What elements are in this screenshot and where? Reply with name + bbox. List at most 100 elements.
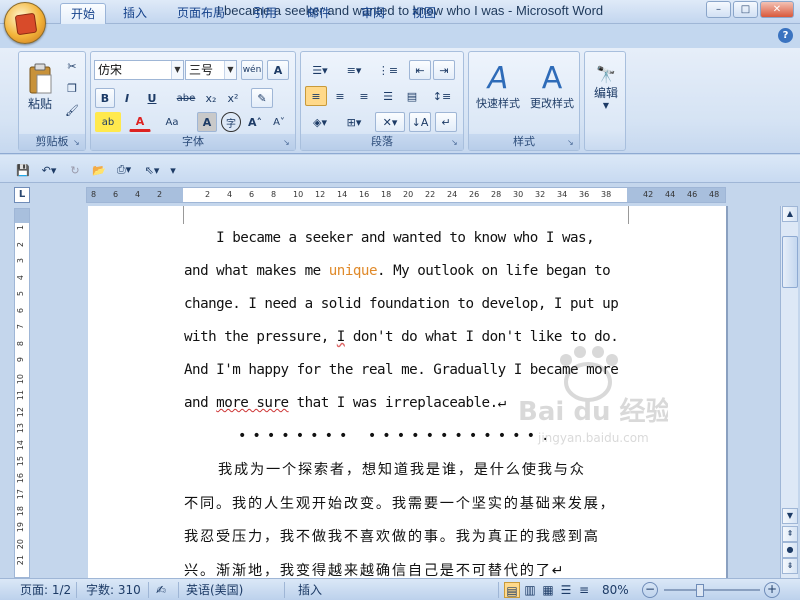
- increase-indent-icon[interactable]: ⇥: [433, 60, 455, 80]
- print-preview-icon[interactable]: ⎙▾: [112, 160, 136, 180]
- bold-button[interactable]: B: [95, 88, 115, 108]
- minimize-button[interactable]: –: [706, 1, 731, 18]
- zoom-in-icon[interactable]: +: [764, 582, 780, 598]
- font-size-select[interactable]: 三号 ▼: [185, 60, 237, 80]
- tab-insert[interactable]: 插入: [113, 3, 157, 24]
- decrease-indent-icon[interactable]: ⇤: [409, 60, 431, 80]
- tab-references[interactable]: 引用: [243, 3, 287, 24]
- editing-button[interactable]: 🔭 编辑 ▼: [587, 56, 625, 118]
- zoom-slider[interactable]: [664, 589, 760, 591]
- text-line: 不同。我的人生观开始改变。我需要一个坚实的基础来发展，: [184, 495, 616, 512]
- character-shading-button[interactable]: A: [197, 112, 217, 132]
- grow-font-button[interactable]: A˄: [245, 112, 265, 132]
- office-button[interactable]: [4, 2, 46, 44]
- show-marks-icon[interactable]: ↵: [435, 112, 457, 132]
- line-spacing-icon[interactable]: ↕≡: [427, 86, 457, 106]
- text-line: 我忍受压力，我不做我不喜欢做的事。我为真正的我感到高: [184, 529, 600, 545]
- strikethrough-button[interactable]: abe: [173, 88, 199, 108]
- zoom-level[interactable]: 80%: [602, 582, 629, 598]
- enclose-characters-button[interactable]: 字: [221, 112, 241, 132]
- ruler-tick-label: 24: [447, 190, 458, 199]
- shrink-font-button[interactable]: A˅: [269, 112, 289, 132]
- paragraph-launcher-icon[interactable]: ↘: [451, 138, 461, 148]
- distributed-icon[interactable]: ▤: [401, 86, 423, 106]
- highlight-button[interactable]: ab: [95, 112, 121, 132]
- quick-styles-button[interactable]: A 快速样式: [471, 56, 525, 118]
- format-painter-icon[interactable]: 🖌: [63, 100, 81, 120]
- phonetic-guide-button[interactable]: wén: [241, 60, 263, 80]
- scroll-up-icon[interactable]: ▲: [782, 206, 798, 222]
- chinese-layout-icon[interactable]: ✕▾: [375, 112, 405, 132]
- help-icon[interactable]: ?: [778, 28, 793, 43]
- styles-launcher-icon[interactable]: ↘: [567, 138, 577, 148]
- change-case-button[interactable]: Aa: [159, 112, 185, 132]
- zoom-slider-thumb[interactable]: [696, 584, 704, 597]
- word-count[interactable]: 字数: 310: [86, 582, 141, 598]
- text-line: and what makes me unique. My outlook on …: [184, 255, 634, 288]
- tab-page-layout[interactable]: 页面布局: [167, 3, 235, 24]
- italic-button[interactable]: I: [117, 88, 137, 108]
- justify-icon[interactable]: ☰: [377, 86, 399, 106]
- browse-object-icon[interactable]: ●: [782, 542, 798, 558]
- horizontal-ruler[interactable]: 8 6 4 2 2 4 6 8 10 12 14 16 18 20 22 24 26 28 30 32 34 36 38 42…: [86, 187, 726, 203]
- bullets-icon[interactable]: ☰▾: [305, 60, 335, 80]
- align-left-icon[interactable]: ≡: [305, 86, 327, 106]
- proofing-icon[interactable]: ✍: [156, 582, 166, 598]
- tab-home[interactable]: 开始: [60, 3, 107, 24]
- ruler-tick-label: 30: [513, 190, 524, 199]
- copy-icon[interactable]: ❐: [63, 78, 81, 98]
- paste-button[interactable]: 粘贴: [23, 56, 57, 118]
- ruler-tick-label: 1: [16, 225, 25, 231]
- borders-icon[interactable]: ⊞▾: [339, 112, 369, 132]
- page-count[interactable]: 页面: 1/2: [20, 582, 71, 598]
- open-icon[interactable]: 📂: [88, 160, 110, 180]
- customize-toolbar-icon[interactable]: ▾: [166, 160, 180, 180]
- draft-icon[interactable]: ≡: [576, 582, 592, 598]
- vertical-ruler[interactable]: 1 2 3 4 5 6 7 8 9 10 11 12 13 14 15 16 17 18 19 20 21: [14, 208, 30, 578]
- outline-icon[interactable]: ☰: [558, 582, 574, 598]
- font-launcher-icon[interactable]: ↘: [283, 138, 293, 148]
- web-layout-icon[interactable]: ▦: [540, 582, 556, 598]
- subscript-button[interactable]: x₂: [201, 88, 221, 108]
- redo-icon[interactable]: ↻: [66, 160, 84, 180]
- ruler-tick-label: 11: [16, 390, 25, 401]
- shading-icon[interactable]: ◈▾: [305, 112, 335, 132]
- ruler-toggle-button[interactable]: L: [14, 187, 30, 203]
- clear-formatting-icon[interactable]: ✎: [251, 88, 273, 108]
- language-indicator[interactable]: 英语(美国): [186, 582, 243, 598]
- change-styles-button[interactable]: A 更改样式: [525, 56, 579, 118]
- ruler-tick-label: 16: [16, 472, 25, 483]
- scroll-thumb[interactable]: [782, 236, 798, 288]
- tab-view[interactable]: 视图: [402, 3, 446, 24]
- font-color-button[interactable]: A: [129, 112, 151, 132]
- clipboard-launcher-icon[interactable]: ↘: [73, 138, 83, 148]
- sort-icon[interactable]: ↓A: [409, 112, 431, 132]
- cut-icon[interactable]: ✂: [63, 56, 81, 76]
- full-screen-reading-icon[interactable]: ▥: [522, 582, 538, 598]
- multilevel-list-icon[interactable]: ⋮≡: [373, 60, 403, 80]
- tab-mailings[interactable]: 邮件: [297, 3, 341, 24]
- undo-icon[interactable]: ↶▾: [36, 160, 62, 180]
- numbering-icon[interactable]: ≡▾: [339, 60, 369, 80]
- superscript-button[interactable]: x²: [223, 88, 243, 108]
- align-center-icon[interactable]: ≡: [329, 86, 351, 106]
- zoom-out-icon[interactable]: −: [642, 582, 658, 598]
- maximize-button[interactable]: □: [733, 1, 758, 18]
- character-border-button[interactable]: A: [267, 60, 289, 80]
- previous-page-icon[interactable]: ⇞: [782, 526, 798, 542]
- document-page[interactable]: I became a seeker and wanted to know who…: [88, 206, 726, 578]
- select-icon[interactable]: ⇖▾: [140, 160, 164, 180]
- underline-button[interactable]: U: [139, 88, 165, 108]
- close-button[interactable]: ✕: [760, 1, 794, 18]
- insert-mode-indicator[interactable]: 插入: [298, 582, 322, 598]
- align-right-icon[interactable]: ≡: [353, 86, 375, 106]
- tab-review[interactable]: 审阅: [351, 3, 395, 24]
- font-name-select[interactable]: 仿宋 ▼: [94, 60, 184, 80]
- ruler-tick-label: 32: [535, 190, 546, 199]
- next-page-icon[interactable]: ⇟: [782, 558, 798, 574]
- scroll-down-icon[interactable]: ▼: [782, 508, 798, 524]
- print-layout-icon[interactable]: ▤: [504, 582, 520, 598]
- document-area[interactable]: I became a seeker and wanted to know who…: [32, 206, 780, 578]
- save-icon[interactable]: 💾: [14, 160, 32, 180]
- vertical-scrollbar[interactable]: ▲ ▼ ⇞ ● ⇟: [780, 206, 798, 578]
